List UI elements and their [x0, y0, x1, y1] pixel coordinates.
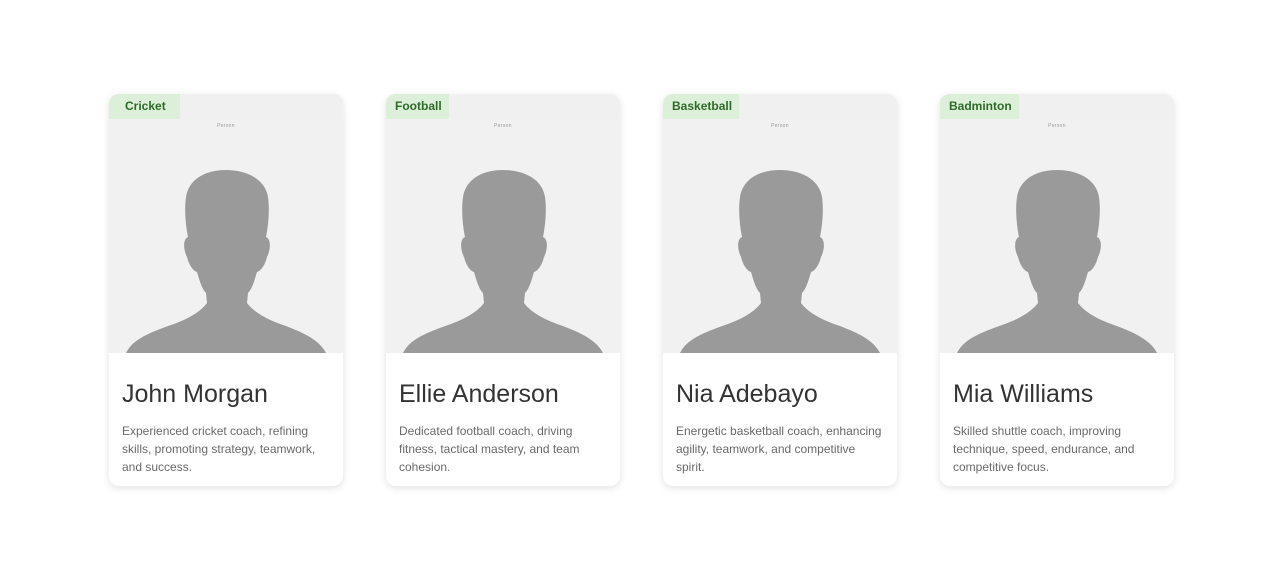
photo-caption: Person: [1048, 123, 1066, 129]
photo-caption: Person: [494, 123, 512, 129]
coach-description: Dedicated football coach, driving fitnes…: [399, 424, 580, 474]
card-body: Mia Williams Skilled shuttle coach, impr…: [940, 353, 1174, 476]
coach-photo: Badminton Person: [940, 94, 1174, 353]
card-body: Nia Adebayo Energetic basketball coach, …: [663, 353, 897, 476]
coach-description: Experienced cricket coach, refining skil…: [122, 424, 316, 474]
photo-caption: Person: [217, 123, 235, 129]
card-body: Ellie Anderson Dedicated football coach,…: [386, 353, 620, 476]
sport-tag: Basketball: [663, 94, 740, 119]
person-silhouette-icon: [403, 170, 603, 353]
coach-description: Skilled shuttle coach, improving techniq…: [953, 424, 1135, 474]
coach-cards-row: Cricket Person John Morgan Experienced c…: [109, 94, 1174, 486]
coach-description: Energetic basketball coach, enhancing ag…: [676, 424, 882, 474]
person-silhouette-icon: [126, 170, 326, 353]
person-silhouette-icon: [680, 170, 880, 353]
card-body: John Morgan Experienced cricket coach, r…: [109, 353, 343, 476]
coach-name: John Morgan: [122, 380, 268, 408]
coach-card[interactable]: Football Person Ellie Anderson Dedicated…: [386, 94, 620, 486]
coach-card[interactable]: Basketball Person Nia Adebayo Energetic …: [663, 94, 897, 486]
coach-card[interactable]: Badminton Person Mia Williams Skilled sh…: [940, 94, 1174, 486]
coach-photo: Basketball Person: [663, 94, 897, 353]
sport-tag: Badminton: [940, 94, 1019, 119]
coach-photo: Cricket Person: [109, 94, 343, 353]
coach-name: Ellie Anderson: [399, 380, 559, 408]
coach-name: Nia Adebayo: [676, 380, 818, 408]
photo-caption: Person: [771, 123, 789, 129]
sport-tag: Football: [386, 94, 449, 119]
coach-card[interactable]: Cricket Person John Morgan Experienced c…: [109, 94, 343, 486]
sport-tag: Cricket: [109, 94, 180, 119]
person-silhouette-icon: [957, 170, 1157, 353]
coach-photo: Football Person: [386, 94, 620, 353]
coach-name: Mia Williams: [953, 380, 1094, 408]
